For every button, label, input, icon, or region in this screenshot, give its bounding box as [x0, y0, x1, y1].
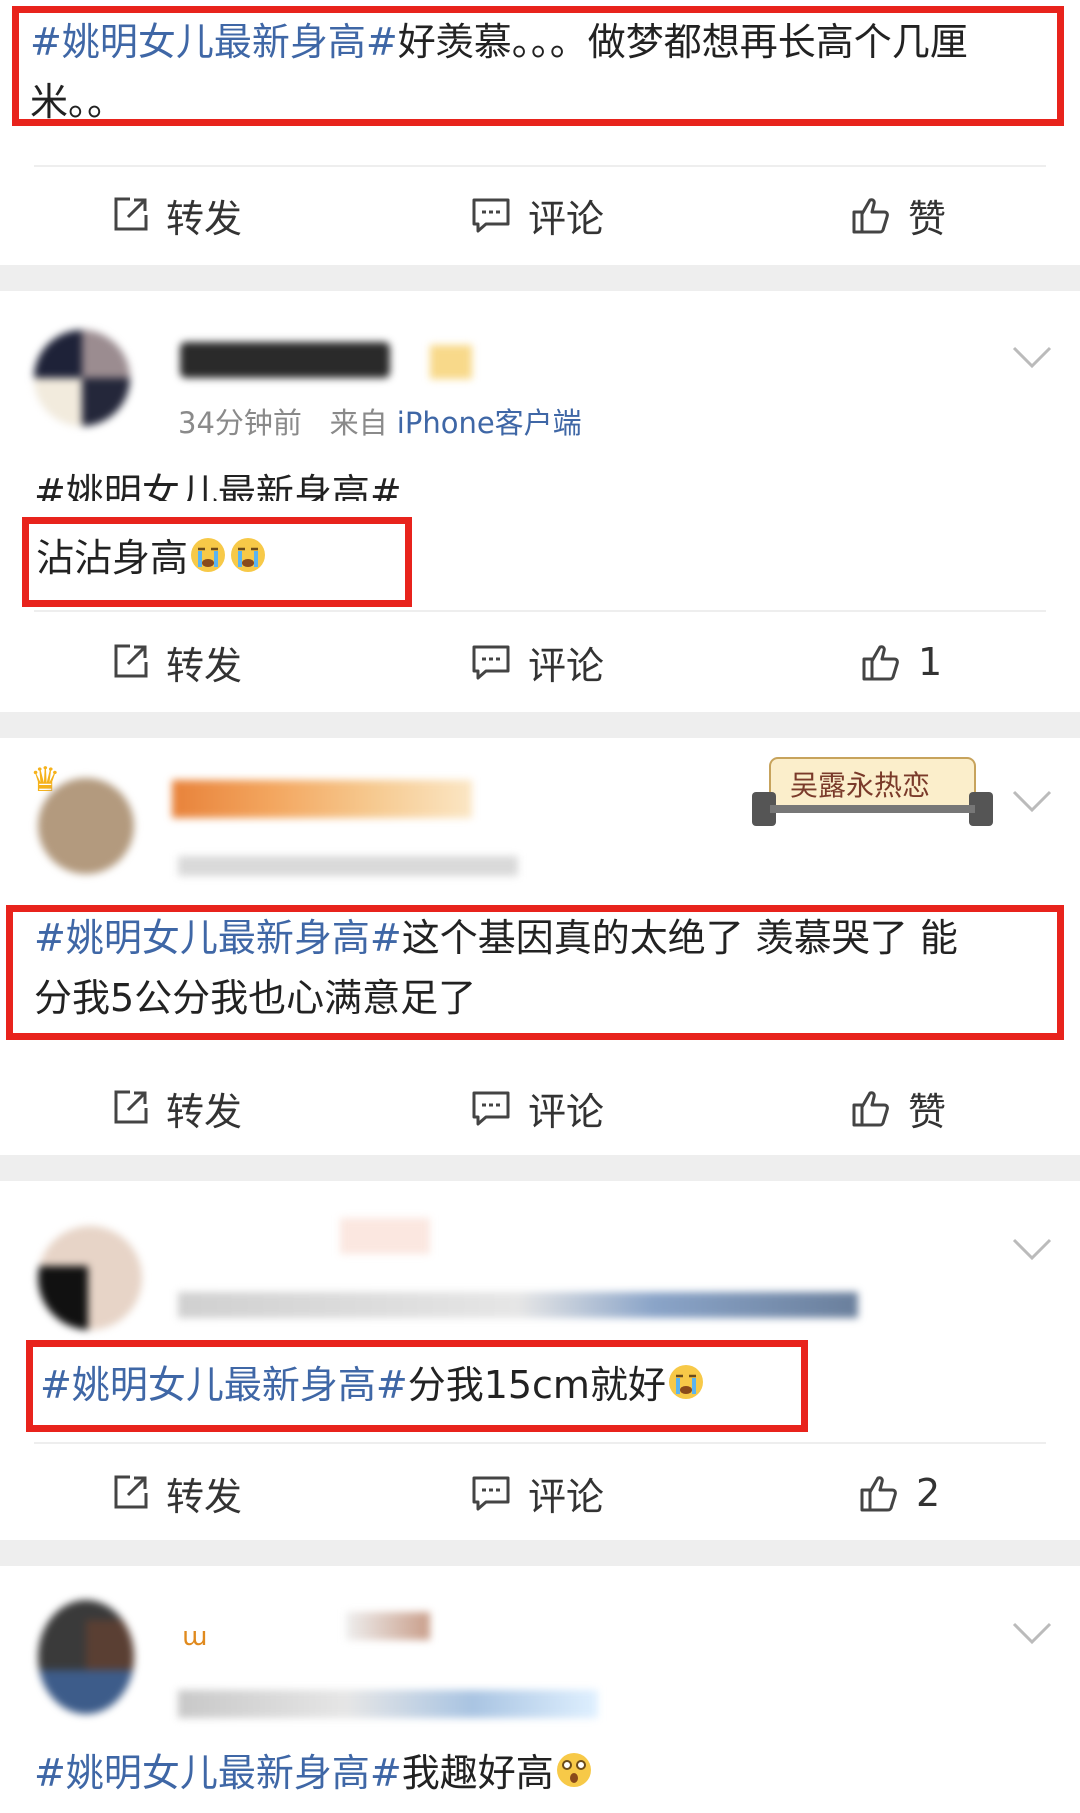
chevron-down-icon[interactable] [1012, 346, 1052, 370]
divider [34, 165, 1046, 167]
post-meta-redacted [178, 856, 518, 876]
repost-label: 转发 [166, 196, 243, 241]
comment-label: 评论 [528, 1089, 605, 1134]
thumbs-up-icon [850, 194, 892, 236]
comment-icon [470, 642, 512, 682]
post-meta-redacted [178, 1690, 598, 1718]
avatar[interactable] [34, 330, 130, 426]
astonished-emoji-icon [554, 1747, 594, 1807]
avatar[interactable] [38, 1226, 142, 1330]
username-redacted[interactable]: ɯ [182, 1622, 207, 1652]
post2-hashtag[interactable]: #姚明女儿最新身高# [34, 463, 402, 501]
comment-icon [470, 1088, 512, 1128]
like-button[interactable]: 1 [860, 637, 942, 687]
like-count: 2 [916, 1471, 941, 1515]
post-time: 34分钟前 [178, 406, 302, 440]
post-meta-redacted [178, 1292, 858, 1318]
post-separator [0, 712, 1080, 738]
like-count: 1 [918, 640, 943, 684]
comment-label: 评论 [528, 1474, 605, 1519]
post5-hashtag[interactable]: #姚明女儿最新身高# [34, 1751, 402, 1795]
repost-button[interactable]: 转发 [110, 637, 243, 688]
avatar[interactable] [38, 778, 134, 874]
highlight-box [22, 517, 412, 607]
post-separator [0, 265, 1080, 291]
thumbs-up-icon [858, 1472, 900, 1514]
avatar[interactable] [38, 1600, 134, 1714]
chevron-down-icon[interactable] [1012, 1238, 1052, 1262]
username-redacted[interactable] [340, 1218, 430, 1254]
repost-label: 转发 [166, 643, 243, 688]
repost-label: 转发 [166, 1474, 243, 1519]
user-badge [430, 345, 472, 379]
highlight-box [6, 905, 1064, 1040]
comment-button[interactable]: 评论 [470, 637, 605, 688]
post-meta: 34分钟前 来自 iPhone客户端 [178, 406, 582, 440]
highlight-box [26, 1340, 808, 1432]
repost-button[interactable]: 转发 [110, 1468, 243, 1519]
like-button[interactable]: 赞 [850, 190, 947, 241]
chevron-down-icon[interactable] [1012, 1622, 1052, 1646]
chevron-down-icon[interactable] [1012, 790, 1052, 814]
username-redacted[interactable] [172, 780, 472, 818]
comment-button[interactable]: 评论 [470, 1468, 605, 1519]
repost-icon [110, 1473, 150, 1513]
post-source[interactable]: iPhone客户端 [397, 406, 582, 440]
like-button[interactable]: 2 [858, 1468, 940, 1518]
comment-label: 评论 [528, 643, 605, 688]
decorative-badge: 吴露永热恋 [750, 750, 995, 830]
like-button[interactable]: 赞 [850, 1083, 947, 1134]
username-redacted[interactable] [180, 342, 390, 378]
user-badge [346, 1612, 430, 1640]
repost-button[interactable]: 转发 [110, 1083, 243, 1134]
repost-label: 转发 [166, 1089, 243, 1134]
divider [34, 610, 1046, 612]
thumbs-up-icon [850, 1087, 892, 1129]
badge-text: 吴露永热恋 [790, 769, 931, 802]
thumbs-up-icon [860, 641, 902, 683]
like-label: 赞 [908, 196, 947, 241]
post-separator [0, 1540, 1080, 1566]
highlight-box [12, 6, 1064, 126]
comment-button[interactable]: 评论 [470, 190, 605, 241]
comment-icon [470, 1473, 512, 1513]
post5-text: #姚明女儿最新身高#我趣好高 [34, 1743, 594, 1807]
comment-label: 评论 [528, 196, 605, 241]
divider [34, 1442, 1046, 1444]
post-separator [0, 1155, 1080, 1181]
repost-icon [110, 642, 150, 682]
repost-icon [110, 195, 150, 235]
comment-button[interactable]: 评论 [470, 1083, 605, 1134]
repost-icon [110, 1088, 150, 1128]
like-label: 赞 [908, 1089, 947, 1134]
repost-button[interactable]: 转发 [110, 190, 243, 241]
comment-icon [470, 195, 512, 235]
